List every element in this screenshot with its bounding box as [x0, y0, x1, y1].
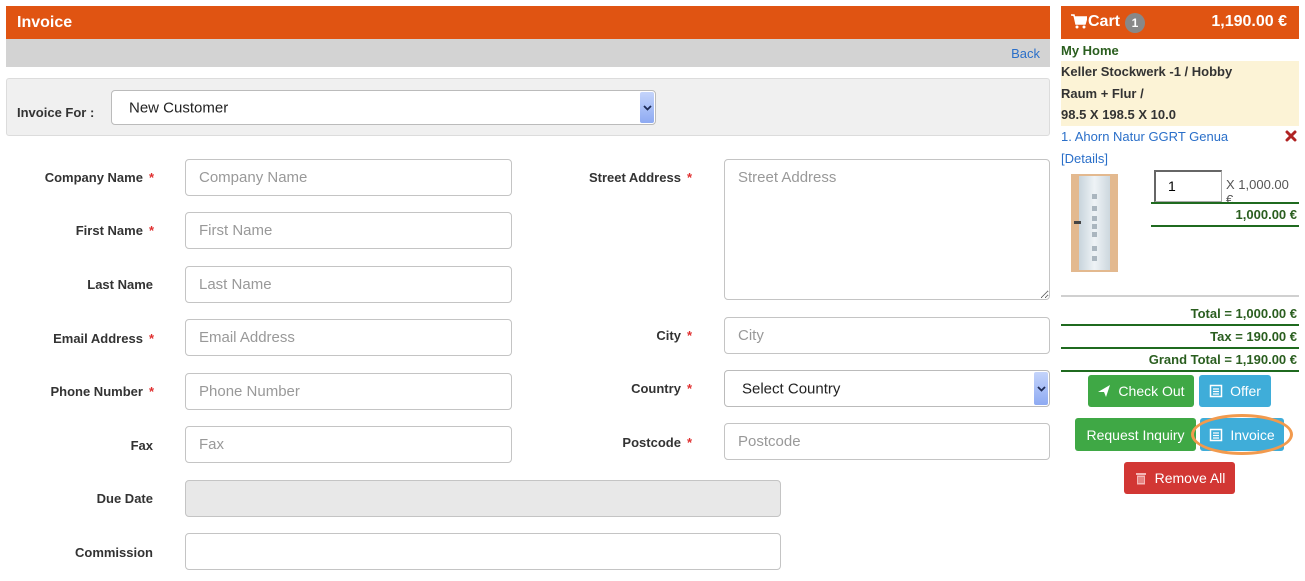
cart-item-product: X 1,000.00 € 1,000.00 €	[1061, 169, 1299, 297]
door-glass	[1079, 175, 1110, 270]
cart-grand-total: Grand Total = 1,190.00 €	[1061, 349, 1299, 372]
company-name-input[interactable]	[185, 159, 512, 196]
sub-toolbar: Back	[6, 39, 1050, 67]
email-input[interactable]	[185, 319, 512, 356]
request-inquiry-button[interactable]: Request Inquiry	[1075, 418, 1196, 451]
invoice-panel: Invoice Back Invoice For : New Customer	[6, 6, 1050, 136]
invoice-for-row: Invoice For : New Customer	[6, 78, 1050, 136]
fax-input[interactable]	[185, 426, 512, 463]
first-name-input[interactable]	[185, 212, 512, 249]
quantity-input[interactable]	[1154, 169, 1222, 202]
cart-item-name-link[interactable]: 1. Ahorn Natur GGRT Genua	[1061, 129, 1228, 144]
invoice-for-select[interactable]: New Customer	[111, 90, 656, 125]
divider	[1151, 224, 1299, 227]
glass-dot	[1091, 223, 1097, 229]
street-address-label: Street Address *	[588, 170, 692, 185]
cart-item: 1. Ahorn Natur GGRT Genua	[1061, 126, 1299, 148]
page-title: Invoice	[6, 6, 1050, 39]
cart-panel: Cart 1 1,190.00 € My Home Keller Stockwe…	[1061, 6, 1299, 372]
country-label: Country *	[631, 381, 692, 396]
glass-dot	[1091, 255, 1097, 261]
offer-button[interactable]: Offer	[1199, 375, 1271, 407]
postcode-input[interactable]	[724, 423, 1050, 460]
invoice-for-label: Invoice For :	[17, 105, 95, 120]
cart-label: Cart	[1088, 13, 1121, 30]
last-name-label: Last Name	[87, 277, 153, 292]
cart-home-name: My Home	[1061, 43, 1119, 58]
company-name-label: Company Name *	[44, 170, 154, 185]
fax-label: Fax	[130, 438, 153, 453]
checkout-button[interactable]: Check Out	[1088, 375, 1194, 407]
chevron-down-icon	[640, 92, 654, 123]
list-document-icon	[1209, 384, 1223, 398]
phone-input[interactable]	[185, 373, 512, 410]
cart-total: Total = 1,000.00 €	[1061, 303, 1299, 326]
room-line-2: Raum + Flur /	[1061, 85, 1144, 101]
cart-tax: Tax = 190.00 €	[1061, 326, 1299, 349]
due-date-label: Due Date	[96, 491, 153, 506]
phone-label: Phone Number *	[50, 384, 154, 399]
postcode-label: Postcode *	[622, 435, 692, 450]
room-line-1: Keller Stockwerk -1 / Hobby	[1061, 64, 1233, 79]
cart-room-info: Keller Stockwerk -1 / Hobby Raum + Flur …	[1061, 61, 1299, 126]
cart-count-badge: 1	[1125, 13, 1145, 33]
glass-dot	[1091, 215, 1097, 221]
trash-icon	[1135, 473, 1146, 485]
cart-item-details-link[interactable]: [Details]	[1061, 148, 1299, 170]
street-address-textarea[interactable]	[724, 159, 1050, 300]
glass-dot	[1091, 205, 1097, 211]
due-date-input[interactable]	[185, 480, 781, 517]
city-input[interactable]	[724, 317, 1050, 354]
remove-all-button[interactable]: Remove All	[1124, 462, 1235, 494]
country-select[interactable]: Select Country	[724, 370, 1050, 407]
door-handle	[1074, 220, 1081, 224]
last-name-input[interactable]	[185, 266, 512, 303]
chevron-down-icon	[1034, 372, 1048, 405]
list-document-icon	[1210, 428, 1223, 441]
commission-label: Commission	[74, 545, 153, 560]
door-product-image	[1071, 173, 1118, 272]
line-total: 1,000.00 €	[1235, 206, 1297, 222]
paper-plane-icon	[1098, 385, 1111, 397]
divider	[1151, 201, 1299, 204]
glass-dot	[1091, 231, 1097, 237]
cart-header-total: 1,190.00 €	[1211, 13, 1287, 30]
country-selected: Select Country	[742, 380, 841, 397]
city-label: City *	[656, 328, 692, 343]
cart-header[interactable]: Cart 1 1,190.00 €	[1061, 6, 1299, 39]
invoice-for-selected: New Customer	[129, 99, 229, 116]
email-label: Email Address *	[53, 331, 154, 346]
first-name-label: First Name *	[75, 223, 154, 238]
shopping-cart-icon	[1071, 14, 1088, 29]
room-dimensions: 98.5 X 198.5 X 10.0	[1061, 107, 1176, 122]
remove-item-icon[interactable]	[1285, 130, 1297, 142]
glass-dot	[1091, 193, 1097, 199]
back-link[interactable]: Back	[1011, 39, 1040, 69]
glass-dot	[1091, 245, 1097, 251]
commission-input[interactable]	[185, 533, 781, 570]
invoice-button[interactable]: Invoice	[1200, 418, 1284, 451]
